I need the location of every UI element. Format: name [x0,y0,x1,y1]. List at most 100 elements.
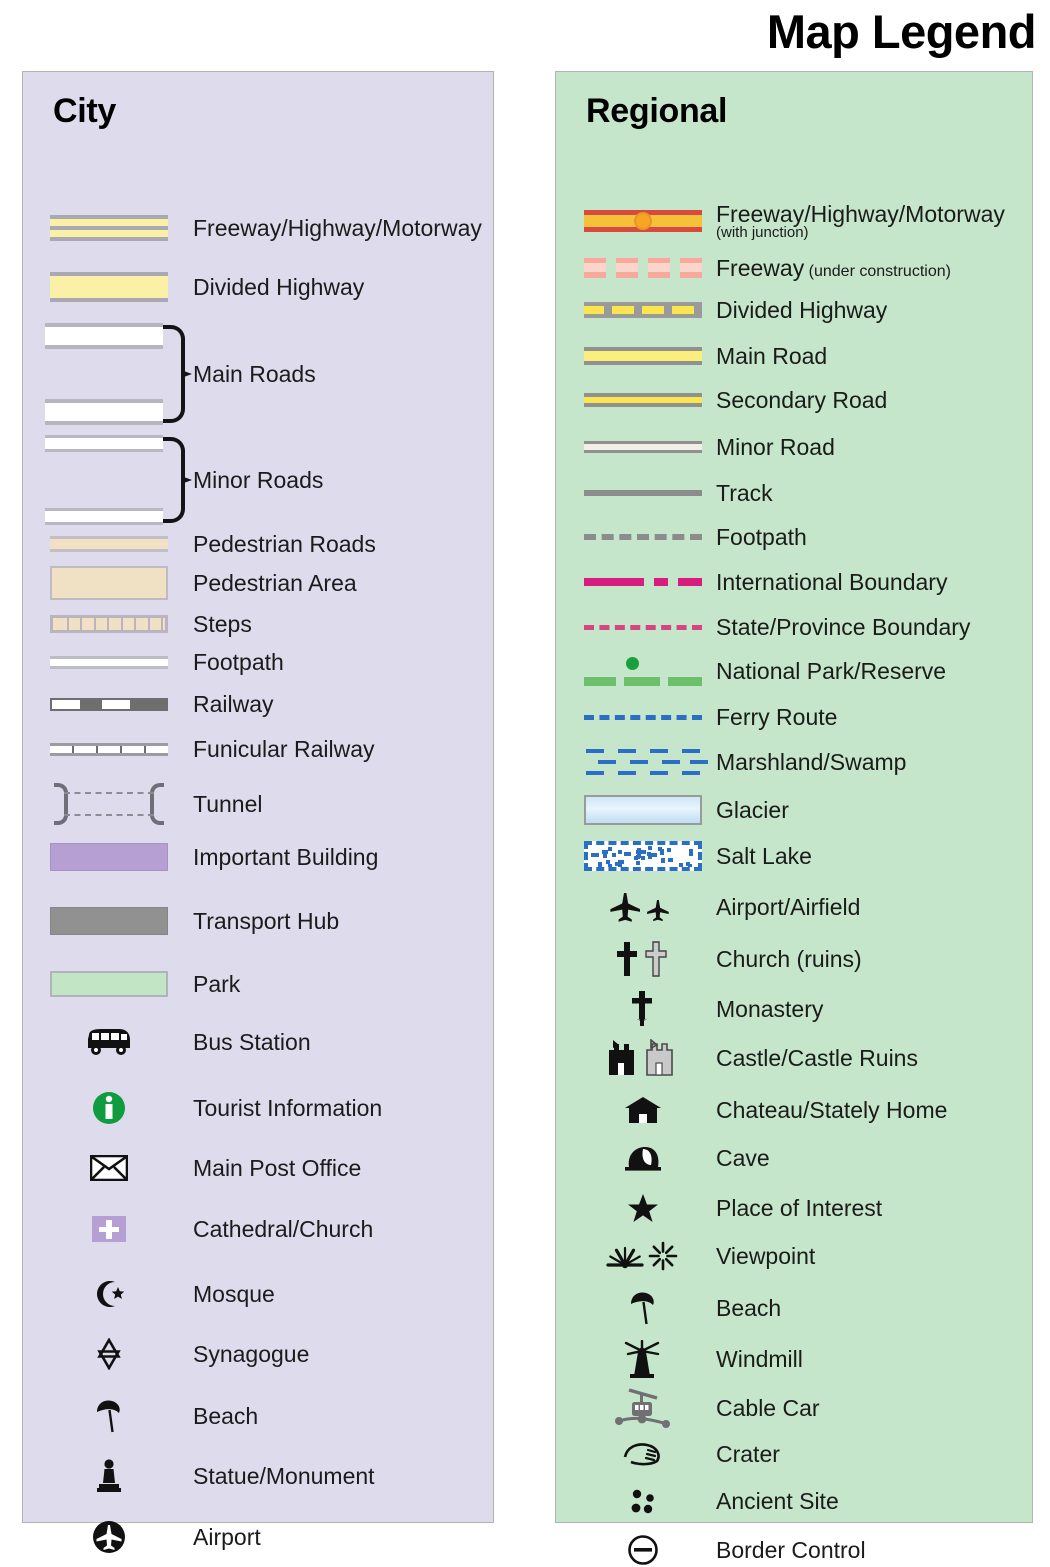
city-panel-heading: City [53,92,117,130]
legend-row[interactable]: Airport [23,1517,493,1557]
legend-label: Beach [716,1294,782,1321]
legend-row[interactable]: Pedestrian Area [23,563,493,603]
legend-row[interactable]: Chateau/Stately Home [556,1093,1032,1127]
legend-label: Track [716,479,773,506]
legend-row[interactable]: Glacier [556,793,1032,827]
legend-row[interactable]: Minor Roads [23,435,493,525]
legend-row[interactable]: Footpath [23,648,493,675]
legend-row[interactable]: Ferry Route [556,705,1032,729]
legend-row[interactable]: Monastery [556,989,1032,1029]
legend-label: Main Roads [193,360,316,387]
legend-label: Freeway/Highway/Motorway [193,214,482,241]
railway-dashed-band [45,697,173,711]
legend-row[interactable]: Viewpoint [556,1239,1032,1273]
legend-row[interactable]: Main Road [556,343,1032,369]
legend-row[interactable]: Important Building [23,841,493,873]
orthodox-cross-icon [584,990,702,1028]
legend-row[interactable]: Cave [556,1141,1032,1175]
church-cross-square-icon [45,1216,173,1242]
legend-label: Windmill [716,1345,803,1372]
state-boundary-line [584,624,702,630]
regional-panel-heading: Regional [586,92,728,130]
legend-label: Ferry Route [716,703,838,730]
legend-row[interactable]: Divided Highway [23,267,493,307]
cable-car-icon [584,1386,702,1430]
legend-label: Footpath [716,523,807,550]
legend-row[interactable]: International Boundary [556,570,1032,594]
information-circle-icon [45,1091,173,1125]
envelope-icon [45,1155,173,1181]
legend-row[interactable]: Freeway/Highway/Motorway [23,205,493,251]
divided-highway-line [584,302,702,318]
legend-label: Cave [716,1144,770,1171]
ferry-route-line [584,714,702,720]
legend-row[interactable]: Track [556,481,1032,505]
legend-row[interactable]: Transport Hub [23,905,493,937]
legend-row[interactable]: Secondary Road [556,386,1032,413]
freeway-construction-dashes [584,258,702,278]
funicular-ticked-band [45,742,173,756]
legend-label: Freeway (under construction) [716,254,951,281]
legend-row[interactable]: Windmill [556,1339,1032,1379]
legend-row[interactable]: Mosque [23,1275,493,1313]
legend-row[interactable]: Airport/Airfield [556,889,1032,925]
legend-row[interactable]: Park [23,969,493,999]
footpath-thin-band [45,655,173,669]
legend-row[interactable]: Bus Station [23,1021,493,1063]
ancient-site-dots-icon [584,1486,702,1516]
legend-row[interactable]: Pedestrian Roads [23,531,493,557]
legend-row[interactable]: Place of Interest [556,1191,1032,1225]
legend-label: Secondary Road [716,386,888,413]
star-icon [584,1192,702,1224]
legend-row[interactable]: Marshland/Swamp [556,745,1032,779]
legend-row[interactable]: Church (ruins) [556,939,1032,979]
legend-row[interactable]: Main Post Office [23,1151,493,1185]
airplane-pair-icon [584,891,702,923]
legend-row[interactable]: Freeway/Highway/Motorway (with junction) [556,201,1032,241]
parasol-icon [45,1398,173,1434]
legend-row[interactable]: Tourist Information [23,1087,493,1129]
legend-label: Church (ruins) [716,945,862,972]
transport-hub-swatch [45,907,173,935]
city-legend-panel: City Freeway/Highway/Motorway Divided Hig… [22,71,494,1553]
legend-row[interactable]: Divided Highway [556,297,1032,323]
legend-row[interactable]: Crater [556,1439,1032,1469]
legend-label: Airport [193,1523,261,1550]
legend-row[interactable]: State/Province Boundary [556,615,1032,639]
cross-pair-icon [584,941,702,977]
legend-row[interactable]: Steps [23,611,493,637]
legend-row[interactable]: Castle/Castle Ruins [556,1037,1032,1079]
legend-row[interactable]: Freeway (under construction) [556,253,1032,283]
legend-label: Tunnel [193,790,263,817]
legend-row[interactable]: Cable Car [556,1385,1032,1431]
legend-row[interactable]: Statue/Monument [23,1455,493,1497]
legend-row[interactable]: Minor Road [556,435,1032,459]
legend-label: Important Building [193,843,379,870]
legend-row[interactable]: Beach [556,1289,1032,1327]
legend-row[interactable]: Railway [23,692,493,716]
legend-label: Beach [193,1402,259,1429]
legend-row[interactable]: Main Roads [23,323,493,425]
legend-label: Cable Car [716,1394,820,1421]
legend-row[interactable]: Cathedral/Church [23,1213,493,1245]
legend-row[interactable]: Tunnel [23,781,493,827]
legend-row[interactable]: Synagogue [23,1335,493,1373]
legend-label: Mosque [193,1280,275,1307]
legend-row[interactable]: Border Control [556,1533,1032,1567]
secondary-road-line [584,393,702,407]
freeway-double-band [45,215,173,241]
glacier-swatch [584,795,702,825]
legend-row[interactable]: Funicular Railway [23,737,493,761]
legend-row[interactable]: National Park/Reserve [556,653,1032,689]
legend-label: Minor Roads [193,466,324,493]
legend-row[interactable]: Ancient Site [556,1485,1032,1517]
legend-label: Place of Interest [716,1194,883,1221]
legend-row[interactable]: Footpath [556,525,1032,549]
legend-label: Tourist Information [193,1094,383,1121]
legend-row[interactable]: Beach [23,1395,493,1437]
legend-label: Footpath [193,648,284,675]
legend-label: Airport/Airfield [716,893,861,920]
track-line [584,490,702,496]
legend-row[interactable]: Salt Lake [556,839,1032,873]
legend-label: Viewpoint [716,1242,816,1269]
